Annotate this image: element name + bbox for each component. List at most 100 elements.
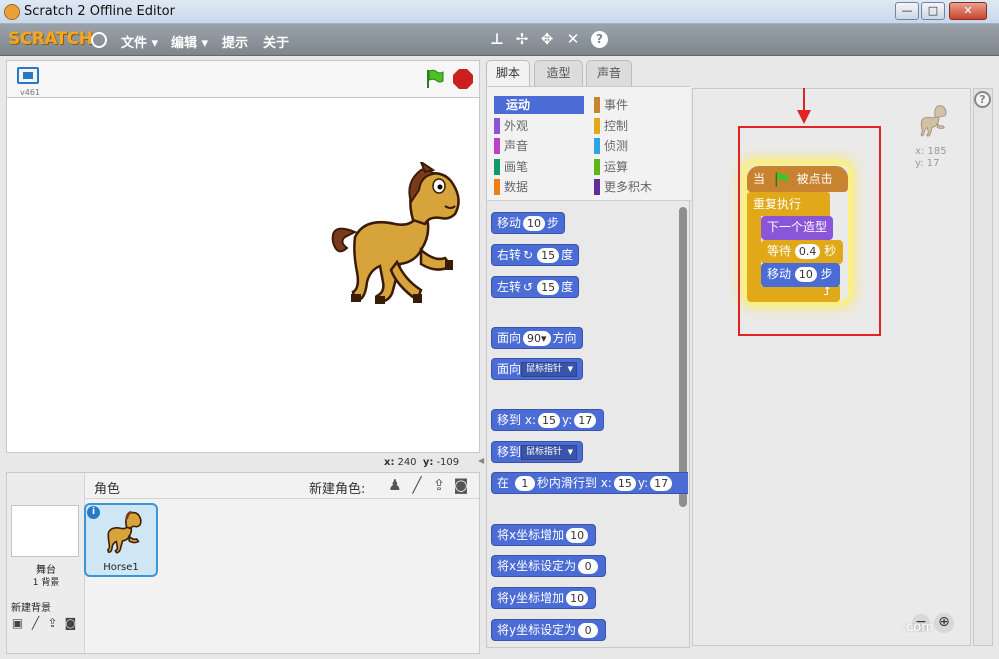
- category-control[interactable]: 控制: [594, 117, 684, 135]
- minimize-button[interactable]: —: [895, 2, 919, 20]
- block-input[interactable]: 15: [613, 476, 636, 491]
- paint-backdrop-icon[interactable]: ╱: [28, 617, 43, 630]
- script-area-scrollbar[interactable]: [973, 88, 993, 646]
- block-input[interactable]: 15: [538, 413, 560, 428]
- sprite-name: Horse1: [103, 562, 139, 573]
- block-label: 面向: [497, 362, 522, 376]
- menu-tips[interactable]: 提示: [222, 32, 248, 51]
- help-icon[interactable]: ?: [591, 31, 608, 48]
- maximize-button[interactable]: □: [921, 2, 945, 20]
- menu-bar: SCRATCH 文件 ▾ 编辑 ▾ 提示 关于 ⊥ ✢ ✥ ✕ ?: [0, 24, 999, 56]
- category-looks[interactable]: 外观: [494, 117, 584, 135]
- block-set-x[interactable]: 将x坐标设定为 0: [491, 555, 607, 577]
- block-label: 面向: [497, 331, 522, 345]
- block-input[interactable]: 10: [566, 591, 589, 606]
- block-input[interactable]: 90▾: [523, 331, 551, 346]
- camera-backdrop-icon[interactable]: ◙: [63, 617, 78, 630]
- block-turn-left[interactable]: 左转 ↺ 15 度: [491, 276, 580, 298]
- duplicate-stamp-icon[interactable]: ⊥: [489, 31, 505, 47]
- block-dropdown[interactable]: 鼠标指针: [521, 445, 578, 460]
- category-color-bar: [594, 159, 600, 175]
- green-flag-icon[interactable]: [423, 68, 445, 90]
- palette-collapse-handle[interactable]: ◀: [478, 456, 486, 470]
- category-motion[interactable]: 运动: [494, 96, 584, 114]
- backdrop-library-icon[interactable]: ▣: [10, 617, 25, 630]
- sprite-library-icon[interactable]: ♟: [386, 476, 404, 494]
- category-events[interactable]: 事件: [594, 96, 684, 114]
- close-button[interactable]: ✕: [949, 2, 987, 20]
- block-label: 秒内滑行到: [536, 476, 597, 490]
- delete-scissors-icon[interactable]: ✢: [514, 31, 530, 47]
- block-label: 在: [497, 476, 510, 490]
- mouse-y-label: y:: [422, 457, 434, 468]
- block-change-x[interactable]: 将x坐标增加 10: [491, 524, 597, 546]
- category-operators[interactable]: 运算: [594, 158, 684, 176]
- block-input[interactable]: 0: [578, 559, 599, 574]
- shrink-icon[interactable]: ✕: [565, 31, 581, 47]
- block-label: 步: [547, 216, 560, 230]
- camera-sprite-icon[interactable]: ◙: [452, 476, 470, 494]
- block-input[interactable]: 15: [537, 248, 560, 263]
- block-input[interactable]: 10: [523, 216, 546, 231]
- zoom-in-button[interactable]: ⊕: [934, 613, 954, 633]
- category-label: 运动: [506, 98, 531, 112]
- rotate-right-icon: ↻: [523, 248, 534, 262]
- block-point-towards[interactable]: 面向 鼠标指针: [491, 358, 584, 380]
- upload-sprite-icon[interactable]: ⇪: [430, 476, 448, 494]
- block-input[interactable]: 0: [578, 623, 599, 638]
- block-input[interactable]: 1: [514, 476, 535, 491]
- category-data[interactable]: 数据: [494, 178, 584, 196]
- block-label: 将y坐标增加: [497, 591, 565, 605]
- stage-column: 舞台 1 背景 新建背景 ▣ ╱ ⇪ ◙: [7, 473, 85, 653]
- fullscreen-icon[interactable]: [17, 67, 39, 84]
- block-turn-right[interactable]: 右转 ↻ 15 度: [491, 244, 580, 266]
- block-set-y[interactable]: 将y坐标设定为 0: [491, 619, 607, 641]
- menu-file[interactable]: 文件 ▾: [121, 32, 158, 51]
- upload-backdrop-icon[interactable]: ⇪: [45, 617, 60, 630]
- scratch-logo[interactable]: SCRATCH: [8, 29, 93, 49]
- category-label: 画笔: [504, 160, 529, 174]
- block-label: y:: [637, 476, 649, 490]
- category-pen[interactable]: 画笔: [494, 158, 584, 176]
- language-globe-icon[interactable]: [91, 32, 107, 48]
- block-change-y[interactable]: 将y坐标增加 10: [491, 587, 597, 609]
- category-color-bar: [494, 138, 500, 154]
- block-move-steps[interactable]: 移动 10 步: [491, 212, 566, 234]
- category-color-bar: [594, 97, 600, 113]
- paint-sprite-icon[interactable]: ╱: [408, 476, 426, 494]
- category-sound[interactable]: 声音: [494, 137, 584, 155]
- mouse-coordinates: x: 240 y: -109: [384, 457, 459, 468]
- horse-thumbnail: [106, 511, 142, 554]
- block-categories: 运动 外观 声音 画笔 数据 事件 控制 侦测 运算 更多积木: [487, 87, 691, 201]
- block-input[interactable]: 15: [537, 280, 560, 295]
- category-label: 事件: [604, 98, 629, 112]
- help-icon[interactable]: ?: [974, 91, 991, 108]
- block-glide[interactable]: 在 1 秒内滑行到 x: 15 y: 17: [491, 472, 688, 494]
- sprite-tile-horse1[interactable]: i Horse1: [84, 503, 158, 577]
- stage-thumbnail[interactable]: [11, 505, 79, 557]
- block-dropdown[interactable]: 鼠标指针: [521, 362, 578, 377]
- category-more-blocks[interactable]: 更多积木: [594, 178, 684, 196]
- block-label: y:: [562, 413, 573, 427]
- block-input[interactable]: 17: [574, 413, 597, 428]
- tab-sounds[interactable]: 声音: [586, 60, 632, 86]
- block-goto-xy[interactable]: 移到 x: 15 y: 17: [491, 409, 605, 431]
- block-goto[interactable]: 移到 鼠标指针: [491, 441, 584, 463]
- horse-sprite[interactable]: [325, 162, 465, 322]
- menu-about[interactable]: 关于: [263, 32, 289, 51]
- grow-icon[interactable]: ✥: [539, 31, 555, 47]
- menu-edit[interactable]: 编辑 ▾: [171, 32, 208, 51]
- block-input[interactable]: 17: [650, 476, 673, 491]
- current-sprite-icon: [920, 105, 947, 137]
- mouse-y-value: -109: [436, 457, 460, 468]
- tab-scripts[interactable]: 脚本: [486, 60, 530, 86]
- tab-costumes[interactable]: 造型: [534, 60, 583, 86]
- palette-scrollbar[interactable]: [679, 207, 687, 507]
- category-color-bar: [594, 179, 600, 195]
- block-point-direction[interactable]: 面向 90▾ 方向: [491, 327, 583, 349]
- category-sensing[interactable]: 侦测: [594, 137, 684, 155]
- block-input[interactable]: 10: [566, 528, 589, 543]
- stop-icon[interactable]: [453, 69, 473, 89]
- sprites-title: 角色: [94, 482, 121, 497]
- stage-canvas[interactable]: [6, 97, 480, 453]
